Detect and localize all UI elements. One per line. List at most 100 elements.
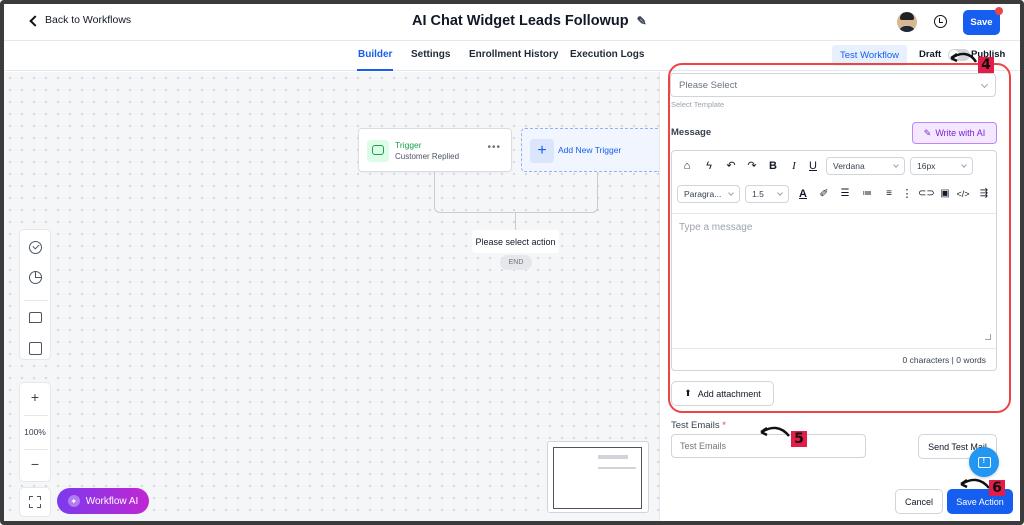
- sticky-note-icon[interactable]: [29, 342, 42, 355]
- message-label: Message: [671, 127, 712, 138]
- end-node: END: [500, 255, 532, 270]
- link-icon[interactable]: ⊂⊃: [918, 188, 935, 200]
- notification-dot: [995, 7, 1003, 15]
- canvas-toolbar: [19, 229, 51, 360]
- workflow-ai-button[interactable]: ✦ Workflow AI: [57, 488, 149, 514]
- plus-icon: +: [530, 139, 554, 163]
- upload-icon: ⬆: [684, 388, 692, 398]
- annotation-arrow: [950, 52, 978, 63]
- workflow-title-text: AI Chat Widget Leads Followup: [412, 13, 629, 29]
- highlight-icon[interactable]: ✐: [817, 188, 831, 200]
- test-emails-label: Test Emails *: [671, 420, 726, 431]
- lightning-icon[interactable]: ϟ: [702, 160, 716, 172]
- back-to-workflows-link[interactable]: Back to Workflows: [29, 14, 132, 27]
- line-height-value: 1.5: [752, 189, 764, 199]
- workflow-ai-label: Workflow AI: [85, 495, 139, 507]
- resize-handle[interactable]: [985, 334, 991, 340]
- chevron-down-icon: [777, 190, 783, 196]
- font-family-value: Verdana: [833, 161, 865, 171]
- add-attachment-label: Add attachment: [697, 388, 761, 399]
- clear-format-icon[interactable]: ⇶: [977, 188, 991, 200]
- pie-chart-icon[interactable]: [29, 271, 42, 284]
- zoom-controls: + 100% −: [19, 382, 51, 482]
- chevron-down-icon: [961, 162, 967, 168]
- italic-icon[interactable]: I: [787, 160, 801, 172]
- tab-builder[interactable]: Builder: [356, 49, 394, 71]
- divider: [24, 300, 48, 301]
- tab-settings[interactable]: Settings: [411, 49, 450, 60]
- chat-support-icon[interactable]: [969, 447, 999, 477]
- annotation-arrow: [960, 478, 990, 489]
- zoom-in-button[interactable]: +: [20, 389, 50, 405]
- tag-icon[interactable]: ⌂: [680, 160, 694, 172]
- editor-toolbar-row-1: ⌂ ϟ ↶ ↷ B I U Verdana 16px: [672, 151, 996, 181]
- required-marker: *: [722, 420, 726, 431]
- chevron-down-icon: [728, 190, 734, 196]
- font-family-select[interactable]: Verdana: [826, 157, 905, 175]
- add-new-trigger-card[interactable]: + Add New Trigger: [521, 128, 659, 172]
- annotation-marker-6: 6: [989, 480, 1005, 496]
- tab-execution-logs[interactable]: Execution Logs: [570, 49, 644, 60]
- trigger-card[interactable]: Trigger Customer Replied •••: [358, 128, 512, 172]
- message-editor: ⌂ ϟ ↶ ↷ B I U Verdana 16px Paragra... 1.…: [671, 150, 997, 371]
- fit-screen-icon: [29, 496, 41, 508]
- workflow-canvas[interactable]: Trigger Customer Replied ••• + Add New T…: [4, 72, 659, 521]
- message-textarea[interactable]: Type a message: [679, 222, 752, 233]
- connector-line: [515, 213, 516, 230]
- tab-enrollment-history[interactable]: Enrollment History: [469, 49, 558, 60]
- zoom-out-button[interactable]: −: [20, 456, 50, 472]
- minimap[interactable]: [547, 441, 649, 513]
- magic-wand-icon: ✎: [923, 127, 932, 138]
- divider: [24, 415, 48, 416]
- code-icon[interactable]: </>: [956, 188, 970, 200]
- divider: [24, 449, 48, 450]
- connector-line: [516, 172, 598, 213]
- back-label: Back to Workflows: [45, 14, 132, 26]
- minimap-node: [598, 455, 628, 459]
- more-vertical-icon[interactable]: ⋮: [900, 188, 914, 200]
- template-select-value: Please Select: [679, 80, 738, 91]
- add-trigger-label: Add New Trigger: [558, 145, 622, 155]
- tab-bar: Builder Settings Enrollment History Exec…: [4, 41, 1020, 71]
- underline-icon[interactable]: U: [806, 160, 820, 172]
- trigger-subtitle: Customer Replied: [395, 152, 460, 161]
- history-icon[interactable]: [934, 15, 947, 28]
- save-button[interactable]: Save: [963, 7, 1003, 35]
- font-size-select[interactable]: 16px: [910, 157, 973, 175]
- workflow-title[interactable]: AI Chat Widget Leads Followup ✎: [412, 13, 647, 29]
- check-circle-icon[interactable]: [29, 241, 42, 254]
- test-workflow-button[interactable]: Test Workflow: [832, 45, 907, 66]
- avatar[interactable]: [897, 12, 917, 32]
- paragraph-value: Paragra...: [684, 189, 722, 199]
- numbered-list-icon[interactable]: ≔: [860, 188, 874, 200]
- comment-icon[interactable]: [29, 312, 42, 323]
- write-with-ai-button[interactable]: ✎ Write with AI: [912, 122, 997, 144]
- annotation-arrow: [760, 426, 790, 437]
- editor-toolbar-row-2: Paragra... 1.5 A ✐ ☰ ≔ ≡ ⋮ ⊂⊃ ▣ </> ⇶: [672, 179, 996, 209]
- template-hint: Select Template: [671, 100, 725, 109]
- fit-view-button[interactable]: [19, 487, 51, 517]
- template-select[interactable]: Please Select: [670, 73, 996, 97]
- undo-icon[interactable]: ↶: [724, 160, 738, 172]
- paragraph-select[interactable]: Paragra...: [677, 185, 740, 203]
- zoom-level: 100%: [24, 427, 46, 437]
- pencil-icon[interactable]: ✎: [637, 14, 647, 28]
- minimap-node: [598, 467, 636, 469]
- text-color-icon[interactable]: A: [796, 188, 810, 200]
- image-icon[interactable]: ▣: [938, 188, 952, 200]
- annotation-marker-5: 5: [791, 431, 807, 447]
- add-attachment-button[interactable]: ⬆ Add attachment: [671, 381, 774, 406]
- align-icon[interactable]: ≡: [882, 188, 896, 200]
- redo-icon[interactable]: ↷: [745, 160, 759, 172]
- write-ai-label: Write with AI: [935, 128, 986, 138]
- line-height-select[interactable]: 1.5: [745, 185, 789, 203]
- bullet-list-icon[interactable]: ☰: [838, 188, 852, 200]
- cancel-button[interactable]: Cancel: [895, 489, 943, 514]
- more-options-icon[interactable]: •••: [487, 142, 501, 153]
- divider: [672, 348, 996, 349]
- chevron-down-icon: [980, 80, 989, 89]
- select-action-node[interactable]: Please select action: [472, 230, 559, 253]
- bold-icon[interactable]: B: [766, 160, 780, 172]
- app-window: Back to Workflows AI Chat Widget Leads F…: [0, 0, 1024, 525]
- trigger-title: Trigger: [395, 140, 422, 150]
